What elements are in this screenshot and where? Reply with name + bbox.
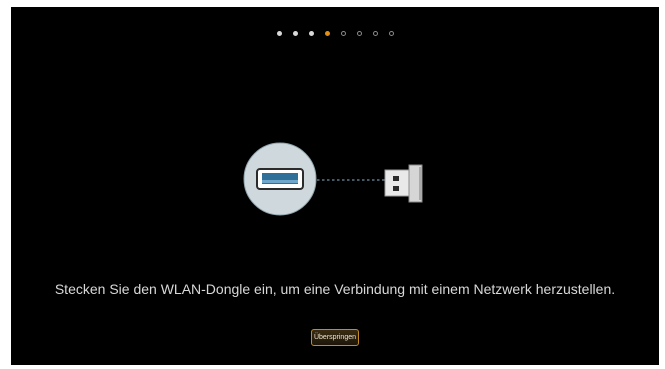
progress-dot-completed: [277, 30, 282, 36]
progress-dot-completed: [309, 30, 314, 36]
setup-screen: Stecken Sie den WLAN-Dongle ein, um eine…: [11, 7, 659, 365]
progress-dot-upcoming: [357, 30, 362, 36]
progress-dots: [277, 29, 405, 37]
progress-dot-upcoming: [389, 30, 394, 36]
usb-wifi-dongle-icon: [384, 164, 423, 203]
progress-dot-upcoming: [373, 30, 378, 36]
instruction-message: Stecken Sie den WLAN-Dongle ein, um eine…: [54, 281, 616, 297]
progress-dot-current: [325, 30, 330, 36]
wlan-dongle-illustration: [243, 142, 423, 216]
progress-dot-completed: [293, 30, 298, 36]
skip-button[interactable]: Überspringen: [311, 329, 359, 346]
usb-port-icon: [243, 142, 317, 216]
progress-dot-upcoming: [341, 30, 346, 36]
